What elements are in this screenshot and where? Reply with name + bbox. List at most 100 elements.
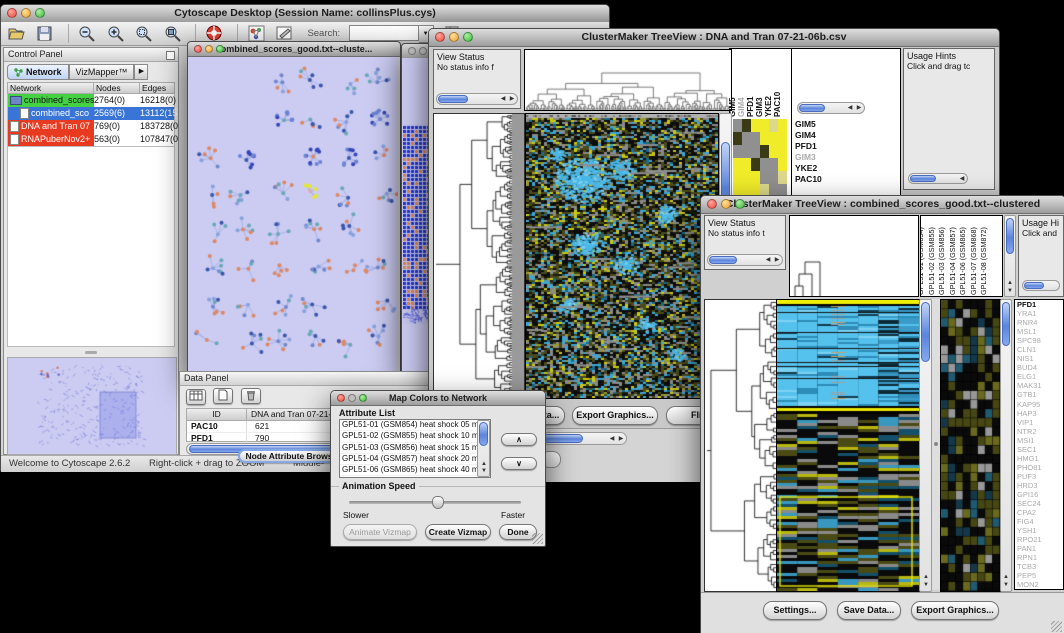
tab-more-icon[interactable]: ▶	[134, 64, 148, 80]
scroll-right-icon[interactable]: ▶	[773, 257, 781, 264]
gene-label[interactable]: RPN1	[1017, 553, 1063, 562]
minimize-button[interactable]	[449, 32, 459, 42]
gene-label[interactable]: HMG1	[1017, 454, 1063, 463]
scrollbar-thumb[interactable]	[921, 302, 930, 362]
gene-label[interactable]: RPO21	[1017, 535, 1063, 544]
gene-label[interactable]: KAP95	[1017, 400, 1063, 409]
scroll-down-icon[interactable]: ▼	[1002, 582, 1010, 589]
zoom-fit-icon[interactable]	[163, 24, 183, 43]
attribute-list-vscrollbar[interactable]: ▲ ▼	[477, 420, 490, 477]
gene-label[interactable]: PEP5	[1017, 571, 1063, 580]
resize-grip[interactable]	[1051, 621, 1062, 632]
tv2-genelist-vscrollbar[interactable]: ▲ ▼	[1000, 299, 1012, 592]
tv2-save-data-button[interactable]: Save Data...	[837, 601, 901, 620]
scroll-down-icon[interactable]: ▼	[1006, 288, 1014, 295]
scrollbar-thumb[interactable]	[438, 95, 468, 103]
background-network-window[interactable]	[401, 43, 431, 375]
gene-label[interactable]: RNR4	[1017, 318, 1063, 327]
attribute-list-item[interactable]: GPL51-03 (GSM856) heat shock 15 min	[340, 443, 490, 454]
gene-label[interactable]: YSH1	[1017, 526, 1063, 535]
scroll-right-icon[interactable]: ▶	[617, 436, 625, 443]
background-network-canvas-area[interactable]	[402, 58, 430, 374]
gene-label[interactable]: GIM3	[795, 152, 822, 163]
scrollbar-thumb[interactable]	[799, 104, 825, 112]
zoom-button[interactable]	[735, 199, 745, 209]
usage-hints-hscrollbar[interactable]: ◀	[908, 173, 968, 184]
tv1-column-dendrogram[interactable]	[524, 49, 732, 111]
gene-label[interactable]: YRA1	[1017, 309, 1063, 318]
tv2-zoom-heatmap[interactable]	[940, 299, 1001, 592]
node-attribute-browser-tab[interactable]: Node Attribute Brows	[238, 449, 340, 463]
tv2-collabel-vscrollbar[interactable]: ▲ ▼	[1004, 215, 1016, 297]
gene-label[interactable]: MSI1	[1017, 436, 1063, 445]
close-button[interactable]	[408, 47, 416, 55]
scroll-up-icon[interactable]: ▲	[922, 574, 930, 581]
tab-vizmapper[interactable]: VizMapper™	[69, 64, 135, 80]
animate-vizmap-button[interactable]: Animate Vizmap	[343, 524, 417, 540]
network-row[interactable]: combined_scores2764(0)16218(0)	[8, 94, 174, 107]
tv1-gene-hscrollbar[interactable]: ◀ ▶	[797, 102, 865, 114]
id-column-header[interactable]: ID	[187, 409, 247, 420]
scroll-up-icon[interactable]: ▲	[1002, 574, 1010, 581]
close-button[interactable]	[435, 32, 445, 42]
scrollbar-thumb[interactable]	[1002, 302, 1010, 346]
scrollbar-thumb[interactable]	[910, 175, 936, 182]
zoom-out-icon[interactable]	[77, 24, 97, 43]
scroll-right-icon[interactable]: ▶	[508, 96, 516, 103]
zoom-button[interactable]	[463, 32, 473, 42]
network-view-canvas[interactable]	[188, 57, 398, 375]
treeview2-window[interactable]: ClusterMaker TreeView : combined_scores_…	[700, 195, 1064, 633]
network-row[interactable]: DNA and Tran 07769(0)183728(0)	[8, 120, 174, 133]
scrollbar-thumb[interactable]	[1006, 218, 1014, 254]
scrollbar-thumb[interactable]	[1024, 282, 1044, 289]
tv2-settings-button[interactable]: Settings...	[763, 601, 827, 620]
attribute-list-item[interactable]: GPL51-02 (GSM855) heat shock 10 min	[340, 431, 490, 442]
gene-label[interactable]: FIG4	[1017, 517, 1063, 526]
scroll-up-icon[interactable]: ▲	[480, 461, 488, 468]
move-up-button[interactable]: ∧	[501, 433, 537, 446]
delete-attribute-icon[interactable]	[241, 388, 261, 404]
gene-label[interactable]: NIS1	[1017, 354, 1063, 363]
minimize-button[interactable]	[205, 45, 213, 53]
attribute-list-item[interactable]: GPL51-01 (GSM854) heat shock 05 min	[340, 420, 490, 431]
gene-label[interactable]: GTB1	[1017, 390, 1063, 399]
slider-thumb[interactable]	[432, 496, 444, 509]
scrollbar-thumb[interactable]	[479, 422, 488, 446]
scroll-left-icon[interactable]: ◀	[958, 176, 966, 183]
zoom-in-icon[interactable]	[106, 24, 126, 43]
minimize-button[interactable]	[21, 8, 31, 18]
gene-label[interactable]: CPA2	[1017, 508, 1063, 517]
scroll-up-icon[interactable]: ▲	[1006, 280, 1014, 287]
tv1-bottom-hscrollbar[interactable]: ◀ ▶	[541, 432, 627, 445]
panel-splitter[interactable]	[7, 348, 175, 356]
move-down-button[interactable]: ∨	[501, 457, 537, 470]
network-row[interactable]: RNAPuberNov2+563(0)107847(0)	[8, 133, 174, 146]
gene-label[interactable]: PFD1	[1017, 300, 1063, 309]
birds-eye-view[interactable]	[7, 357, 177, 455]
save-session-icon[interactable]	[35, 24, 55, 43]
close-button[interactable]	[337, 394, 345, 402]
attribute-list-item[interactable]: GPL51-07 (GSM868) heat shock 60 min	[340, 476, 490, 478]
open-session-icon[interactable]	[7, 24, 27, 43]
gene-label[interactable]: CLN1	[1017, 345, 1063, 354]
gene-label[interactable]: PAC10	[795, 174, 822, 185]
tv1-row-dendrogram[interactable]	[433, 113, 525, 399]
scroll-left-icon[interactable]: ◀	[846, 105, 854, 112]
gene-label[interactable]: HRD3	[1017, 481, 1063, 490]
zoom-button[interactable]	[359, 394, 367, 402]
gene-label[interactable]: PFD1	[795, 141, 822, 152]
zoom-button[interactable]	[216, 45, 224, 53]
scrollbar-thumb[interactable]	[709, 256, 737, 264]
gene-label[interactable]: MON2	[1017, 580, 1063, 589]
animation-speed-slider[interactable]	[349, 501, 521, 504]
gene-label[interactable]: ELG1	[1017, 372, 1063, 381]
scroll-left-icon[interactable]: ◀	[499, 96, 507, 103]
gene-label[interactable]: HAP3	[1017, 409, 1063, 418]
close-button[interactable]	[194, 45, 202, 53]
tv2-heatmap-vscrollbar[interactable]: ▲ ▼	[919, 299, 932, 592]
scroll-left-icon[interactable]: ◀	[764, 257, 772, 264]
close-button[interactable]	[707, 199, 717, 209]
view-status-hscrollbar[interactable]: ◀ ▶	[436, 93, 518, 105]
tv2-heatmap[interactable]	[776, 299, 920, 592]
gene-label[interactable]: BUD4	[1017, 363, 1063, 372]
